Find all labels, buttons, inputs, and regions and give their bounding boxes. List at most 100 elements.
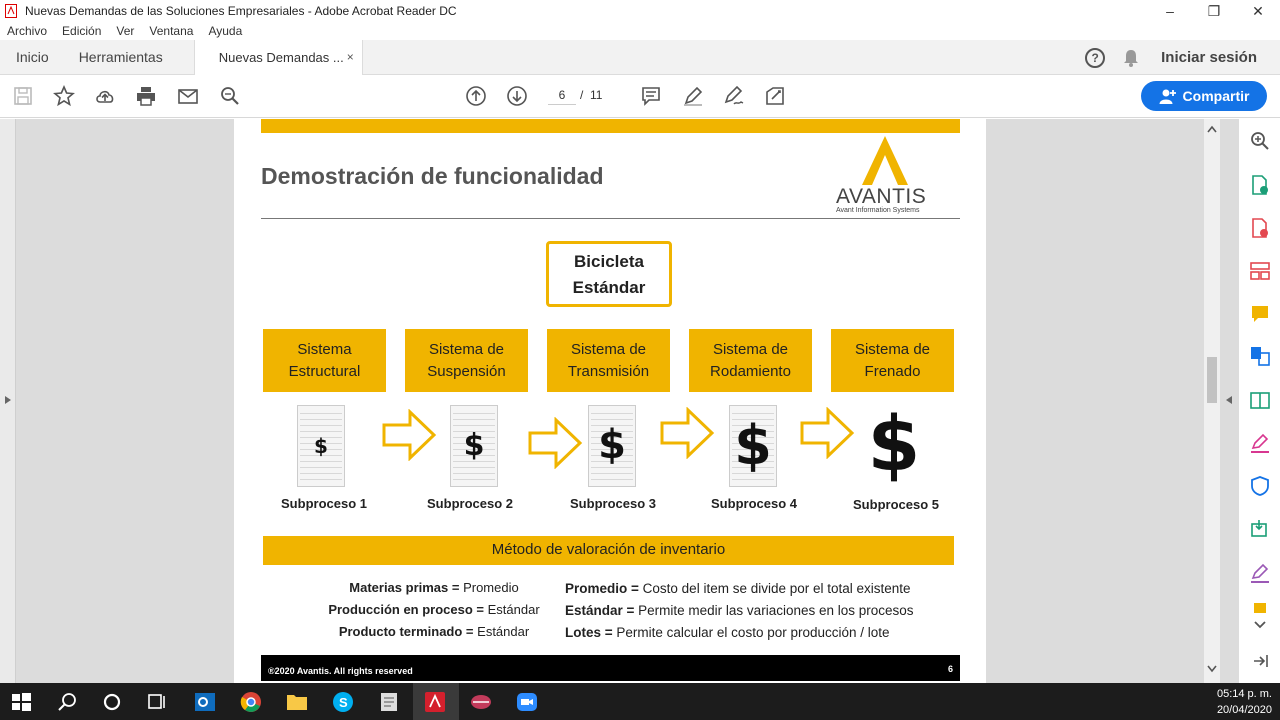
windows-taskbar: S 05:14 p. m. 20/04/2020 xyxy=(0,683,1280,720)
export-pdf-icon[interactable] xyxy=(1250,175,1270,195)
search-icon[interactable] xyxy=(56,690,80,714)
scroll-down-icon[interactable] xyxy=(1207,665,1217,673)
system-4-line-2: Rodamiento xyxy=(710,362,791,380)
tab-close-icon[interactable]: × xyxy=(347,40,354,75)
list-item-value: Promedio xyxy=(459,580,519,595)
vertical-scrollbar[interactable] xyxy=(1204,119,1220,685)
task-view-icon[interactable] xyxy=(145,690,169,714)
more-tools-icon[interactable] xyxy=(1250,603,1270,613)
scroll-up-icon[interactable] xyxy=(1207,125,1217,133)
menu-ventana[interactable]: Ventana xyxy=(149,24,193,38)
chevron-down-icon[interactable] xyxy=(1250,619,1270,631)
notepad-icon[interactable] xyxy=(377,690,401,714)
acrobat-taskbar-icon[interactable] xyxy=(423,690,447,714)
system-clock[interactable]: 05:14 p. m. 20/04/2020 xyxy=(1217,686,1272,718)
windows-start-icon[interactable] xyxy=(10,690,32,714)
page-number-input[interactable]: 6 xyxy=(548,88,576,105)
list-item-label: Lotes = xyxy=(565,625,613,640)
title-divider xyxy=(261,218,960,219)
organize-pages-icon[interactable] xyxy=(1250,261,1270,281)
outlook-icon[interactable] xyxy=(193,690,217,714)
system-1-line-1: Sistema xyxy=(297,340,352,358)
cortana-icon[interactable] xyxy=(100,690,124,714)
scrollbar-thumb[interactable] xyxy=(1207,357,1217,403)
cost-sheet-2: $ xyxy=(450,405,498,487)
subprocess-label-4: Subproceso 4 xyxy=(711,496,797,511)
save-icon[interactable] xyxy=(12,85,34,107)
method-definition-list: Promedio = Costo del item se divide por … xyxy=(565,578,965,644)
system-box-4: Sistema de Rodamiento xyxy=(689,329,812,392)
create-pdf-icon[interactable] xyxy=(1250,218,1270,238)
highlight-pen-icon[interactable] xyxy=(682,85,704,107)
restore-button[interactable]: ❐ xyxy=(1192,0,1236,22)
menu-ayuda[interactable]: Ayuda xyxy=(208,24,242,38)
compress-pdf-icon[interactable] xyxy=(1250,390,1270,410)
list-item: Producto terminado = Estándar xyxy=(264,621,604,643)
collapse-right-panel-icon[interactable] xyxy=(1225,395,1233,405)
comment-icon[interactable] xyxy=(640,85,662,107)
share-button[interactable]: Compartir xyxy=(1141,81,1267,111)
zoom-in-icon[interactable] xyxy=(1250,131,1270,151)
fill-and-sign-icon[interactable] xyxy=(1250,433,1270,453)
tab-bar: Inicio Herramientas Nuevas Demandas ... … xyxy=(0,39,1280,75)
menu-edicion[interactable]: Edición xyxy=(62,24,101,38)
list-item: Producción en proceso = Estándar xyxy=(264,599,604,621)
edit-signature-icon[interactable] xyxy=(1250,563,1270,583)
cost-sheet-5: $ xyxy=(868,399,921,488)
cost-sheet-4: $ xyxy=(729,405,777,487)
system-2-line-2: Suspensión xyxy=(427,362,506,380)
help-icon[interactable]: ? xyxy=(1085,47,1106,68)
list-item-value: Costo del item se divide por el total ex… xyxy=(638,581,911,596)
comment-tool-icon[interactable] xyxy=(1250,304,1270,324)
signin-link[interactable]: Iniciar sesión xyxy=(1161,49,1257,66)
product-line-2: Estándar xyxy=(572,278,646,297)
list-item-value: Permite calcular el costo por producción… xyxy=(612,625,890,640)
dollar-icon-4: $ xyxy=(734,414,772,477)
file-explorer-icon[interactable] xyxy=(285,690,309,714)
bell-icon[interactable] xyxy=(1123,49,1139,67)
expand-left-icon[interactable] xyxy=(4,395,12,405)
left-panel-toggle[interactable] xyxy=(0,119,16,685)
page-total: 11 xyxy=(590,88,603,102)
list-item: Estándar = Permite medir las variaciones… xyxy=(565,600,965,622)
zoom-search-icon[interactable] xyxy=(219,85,241,107)
clock-date: 20/04/2020 xyxy=(1216,704,1272,716)
list-item-value: Permite medir las variaciones en los pro… xyxy=(634,603,914,618)
system-5-line-1: Sistema de xyxy=(854,340,931,358)
menu-ver[interactable]: Ver xyxy=(116,24,134,38)
logo-tagline: Avant Information Systems xyxy=(836,207,920,214)
dollar-icon-5: $ xyxy=(867,399,921,488)
previous-page-icon[interactable] xyxy=(465,85,487,107)
clock-time: 05:14 p. m. xyxy=(1216,688,1272,700)
send-for-signature-icon[interactable] xyxy=(1250,519,1270,539)
tab-document[interactable]: Nuevas Demandas ... × xyxy=(193,39,363,75)
sign-icon[interactable] xyxy=(723,85,745,107)
upload-cloud-icon[interactable] xyxy=(94,85,116,107)
star-icon[interactable] xyxy=(53,85,75,107)
skype-icon[interactable]: S xyxy=(331,690,355,714)
collapse-pane-icon[interactable] xyxy=(1250,651,1270,671)
fill-sign-icon[interactable] xyxy=(764,85,786,107)
menu-archivo[interactable]: Archivo xyxy=(7,24,47,38)
tab-herramientas[interactable]: Herramientas xyxy=(63,40,179,75)
toolbar: 6 / 11 Compartir xyxy=(0,75,1280,118)
close-window-button[interactable]: ✕ xyxy=(1236,0,1280,22)
tab-inicio[interactable]: Inicio xyxy=(0,40,65,75)
list-item: Materias primas = Promedio xyxy=(264,577,604,599)
dollar-icon-2: $ xyxy=(463,428,485,463)
inventory-assignment-list: Materias primas = Promedio Producción en… xyxy=(264,577,604,643)
print-icon[interactable] xyxy=(135,85,157,107)
arrow-right-icon xyxy=(660,407,715,459)
mail-app-icon[interactable] xyxy=(469,690,493,714)
minimize-button[interactable]: – xyxy=(1148,0,1192,22)
next-page-icon[interactable] xyxy=(506,85,528,107)
system-2-line-1: Sistema de xyxy=(428,340,505,358)
arrow-right-icon xyxy=(382,409,437,461)
email-icon[interactable] xyxy=(177,85,199,107)
combine-files-icon[interactable] xyxy=(1250,346,1270,366)
footer-page-number: 6 xyxy=(947,664,953,674)
zoom-meetings-icon[interactable] xyxy=(515,690,539,714)
protect-icon[interactable] xyxy=(1250,476,1270,496)
system-box-1: Sistema Estructural xyxy=(263,329,386,392)
chrome-icon[interactable] xyxy=(239,690,263,714)
